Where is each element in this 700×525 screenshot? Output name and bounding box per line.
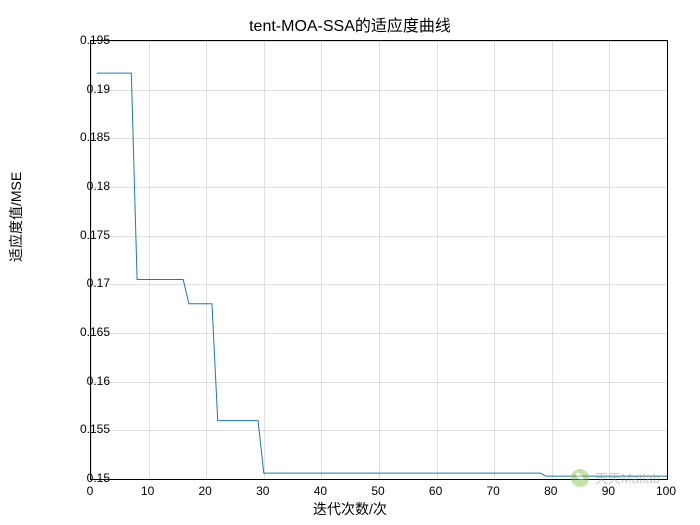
- y-tick-label: 0.15: [60, 471, 110, 485]
- y-tick-label: 0.17: [60, 276, 110, 290]
- y-tick-label: 0.185: [60, 130, 110, 144]
- y-tick-label: 0.165: [60, 325, 110, 339]
- grid-line-v: [437, 41, 438, 479]
- x-tick-label: 90: [588, 484, 628, 498]
- y-tick-label: 0.155: [60, 422, 110, 436]
- x-tick-label: 70: [473, 484, 513, 498]
- y-tick-label: 0.175: [60, 228, 110, 242]
- x-tick-label: 10: [128, 484, 168, 498]
- wechat-icon: ✎: [571, 469, 589, 487]
- x-tick-label: 30: [243, 484, 283, 498]
- x-tick-label: 40: [300, 484, 340, 498]
- grid-line-v: [206, 41, 207, 479]
- x-tick-label: 0: [70, 484, 110, 498]
- grid-line-v: [149, 41, 150, 479]
- x-tick-label: 60: [416, 484, 456, 498]
- y-tick-label: 0.195: [60, 33, 110, 47]
- grid-line-v: [494, 41, 495, 479]
- x-tick-label: 20: [185, 484, 225, 498]
- y-tick-label: 0.19: [60, 82, 110, 96]
- grid-line-v: [379, 41, 380, 479]
- plot-area: [90, 40, 668, 480]
- grid-line-v: [667, 41, 668, 479]
- chart-container: tent-MOA-SSA的适应度曲线 适应度值/MSE 迭代次数/次 ✎ 天天M…: [0, 0, 700, 525]
- grid-line-v: [552, 41, 553, 479]
- x-axis-label: 迭代次数/次: [0, 499, 700, 519]
- y-axis-label: 适应度值/MSE: [6, 172, 26, 262]
- grid-line-v: [609, 41, 610, 479]
- y-tick-label: 0.16: [60, 374, 110, 388]
- x-tick-label: 80: [531, 484, 571, 498]
- grid-line-v: [321, 41, 322, 479]
- grid-line-v: [91, 41, 92, 479]
- x-tick-label: 50: [358, 484, 398, 498]
- x-tick-label: 100: [646, 484, 686, 498]
- grid-line-v: [264, 41, 265, 479]
- y-tick-label: 0.18: [60, 179, 110, 193]
